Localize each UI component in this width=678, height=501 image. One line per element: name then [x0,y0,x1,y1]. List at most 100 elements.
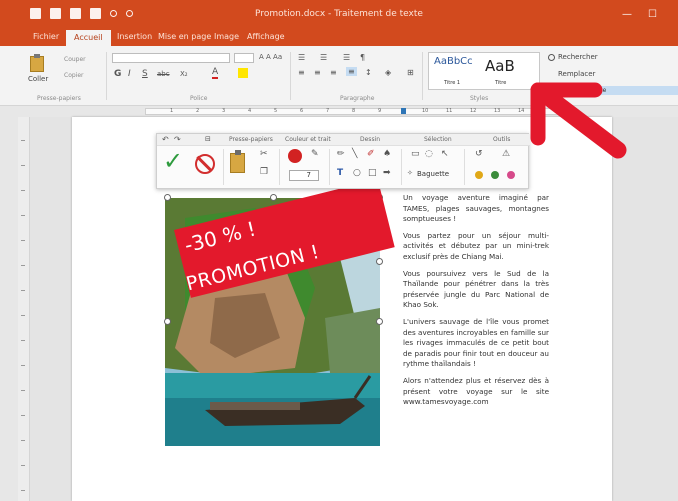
paste-button[interactable]: Coller [28,75,48,83]
brush-icon[interactable]: ♠ [383,149,391,159]
article-text: Un voyage aventure imaginé par TAMES, pl… [403,193,549,414]
shading-icon[interactable]: ◈ [385,68,391,77]
toolbar-group-draw: Dessin [360,136,381,143]
confirm-check-icon[interactable]: ✓ [163,149,183,173]
italic-button[interactable]: I [128,69,131,79]
vertical-ruler [18,117,30,501]
article-paragraph: Alors n'attendez plus et réservez dès à … [403,375,549,407]
text-tool-icon[interactable]: T [337,168,343,178]
indent-icon[interactable]: ☰ [343,53,350,62]
align-center-icon[interactable]: ≡ [314,68,321,77]
lasso-icon[interactable]: ◌ [425,149,433,159]
rect-select-icon[interactable]: ▭ [411,149,420,159]
line-icon[interactable]: ╲ [352,149,357,159]
article-paragraph: L'univers sauvage de l'île vous promet d… [403,316,549,369]
circle-tool-icon[interactable]: ○ [353,168,361,178]
ruler-number: 9 [378,108,382,114]
resize-handle[interactable] [164,318,171,325]
ruler-tab-stop[interactable] [401,108,406,114]
paragraph-mark-icon[interactable]: ¶ [360,53,365,62]
title-bar: Promotion.docx - Traitement de texte — ☐ [0,0,678,30]
tab-insertion[interactable]: Insertion [117,32,152,41]
article-paragraph: Vous partez pour un séjour multi-activit… [403,230,549,261]
article-paragraph: Vous poursuivez vers le Sud de la Thaïla… [403,268,549,310]
copy-icon[interactable]: ❐ [260,167,268,177]
paste-icon[interactable] [230,150,245,173]
rotate-icon[interactable]: ↺ [475,149,483,159]
arrow-tool-icon[interactable]: ➡ [383,168,391,178]
marker-icon[interactable]: ✐ [367,149,375,159]
group-label-clipboard: Presse-papiers [37,95,81,102]
ruler-number: 5 [274,108,278,114]
left-margin [0,117,18,501]
bullet-list-icon[interactable]: ☰ [298,53,305,62]
ruler-number: 1 [170,108,174,114]
tab-fichier[interactable]: Fichier [33,32,59,41]
tab-image[interactable]: Image [214,32,239,41]
ruler-number: 11 [446,108,453,114]
redo-icon[interactable]: ↷ [174,135,181,144]
resize-handle[interactable] [164,194,171,201]
colorize-icon[interactable] [491,171,499,179]
minimize-button[interactable]: — [622,9,632,20]
font-name-input[interactable] [112,53,230,63]
bold-button[interactable]: G [114,69,121,79]
magic-wand-select[interactable]: Baguette [417,170,449,178]
touch-toolbar: ↶ ↷ ⊟ Presse-papiers Couleur et trait De… [156,133,530,189]
ruler-number: 10 [422,108,429,114]
eyedropper-icon[interactable]: ✎ [311,149,319,159]
numbered-list-icon[interactable]: ☰ [320,53,327,62]
subscript-button[interactable]: X₂ [180,70,188,78]
ruler-number: 4 [248,108,252,114]
ruler-number: 7 [326,108,330,114]
strikethrough-button[interactable]: abc [157,70,170,78]
stroke-width-input[interactable]: 7 [289,170,319,181]
align-left-icon[interactable]: ≡ [298,68,305,77]
color-picker-icon[interactable] [288,149,302,163]
font-color-button[interactable]: A [212,68,219,79]
brightness-icon[interactable] [475,171,483,179]
font-size-buttons[interactable]: A A Aa [259,53,282,61]
ruler-number: 12 [470,108,477,114]
callout-arrow-icon [530,82,627,159]
article-paragraph: Un voyage aventure imaginé par TAMES, pl… [403,193,549,224]
pencil-icon[interactable]: ✏ [337,149,345,159]
tab-accueil[interactable]: Accueil [66,30,111,46]
rectangle-tool-icon[interactable]: □ [368,168,377,178]
cancel-icon[interactable] [195,154,215,174]
underline-button[interactable]: S [142,69,148,79]
ruler-number: 6 [300,108,304,114]
style-sample-heading1[interactable]: AaBbCc [434,56,473,67]
resize-handle[interactable] [270,194,277,201]
window-title: Promotion.docx - Traitement de texte [255,9,423,19]
font-size-input[interactable] [234,53,254,63]
borders-icon[interactable]: ⊞ [407,68,414,77]
maximize-button[interactable]: ☐ [648,9,657,20]
pointer-icon[interactable]: ↖ [441,149,449,159]
effects-icon[interactable] [507,171,515,179]
resize-handle[interactable] [376,318,383,325]
group-label-styles: Styles [470,95,489,102]
layout-icon[interactable]: ⊟ [205,135,211,143]
style-name-heading1: Titre 1 [444,80,461,86]
toolbar-group-select: Sélection [424,136,452,143]
copy-button[interactable]: Copier [64,72,84,79]
align-right-icon[interactable]: ≡ [330,68,337,77]
group-label-paragraph: Paragraphe [340,95,375,102]
cut-icon[interactable]: ✂ [260,149,268,159]
touch-toolbar-header [157,134,530,146]
tab-mise-en-page[interactable]: Mise en page [158,32,211,41]
line-spacing-icon[interactable]: ↕ [365,68,372,77]
paste-icon[interactable] [30,54,44,72]
ruler-number: 8 [352,108,356,114]
ribbon-tabs: Fichier Accueil Insertion Mise en page I… [0,30,678,46]
undo-icon[interactable]: ↶ [162,135,169,144]
magic-wand-icon[interactable]: ✧ [407,169,413,177]
resize-handle[interactable] [376,258,383,265]
toolbar-group-color: Couleur et trait [285,136,331,143]
highlight-icon[interactable] [238,68,248,78]
cut-button[interactable]: Couper [64,56,86,63]
ruler-number: 3 [222,108,226,114]
justify-icon[interactable]: ≡ [346,67,357,76]
tab-affichage[interactable]: Affichage [247,32,285,41]
